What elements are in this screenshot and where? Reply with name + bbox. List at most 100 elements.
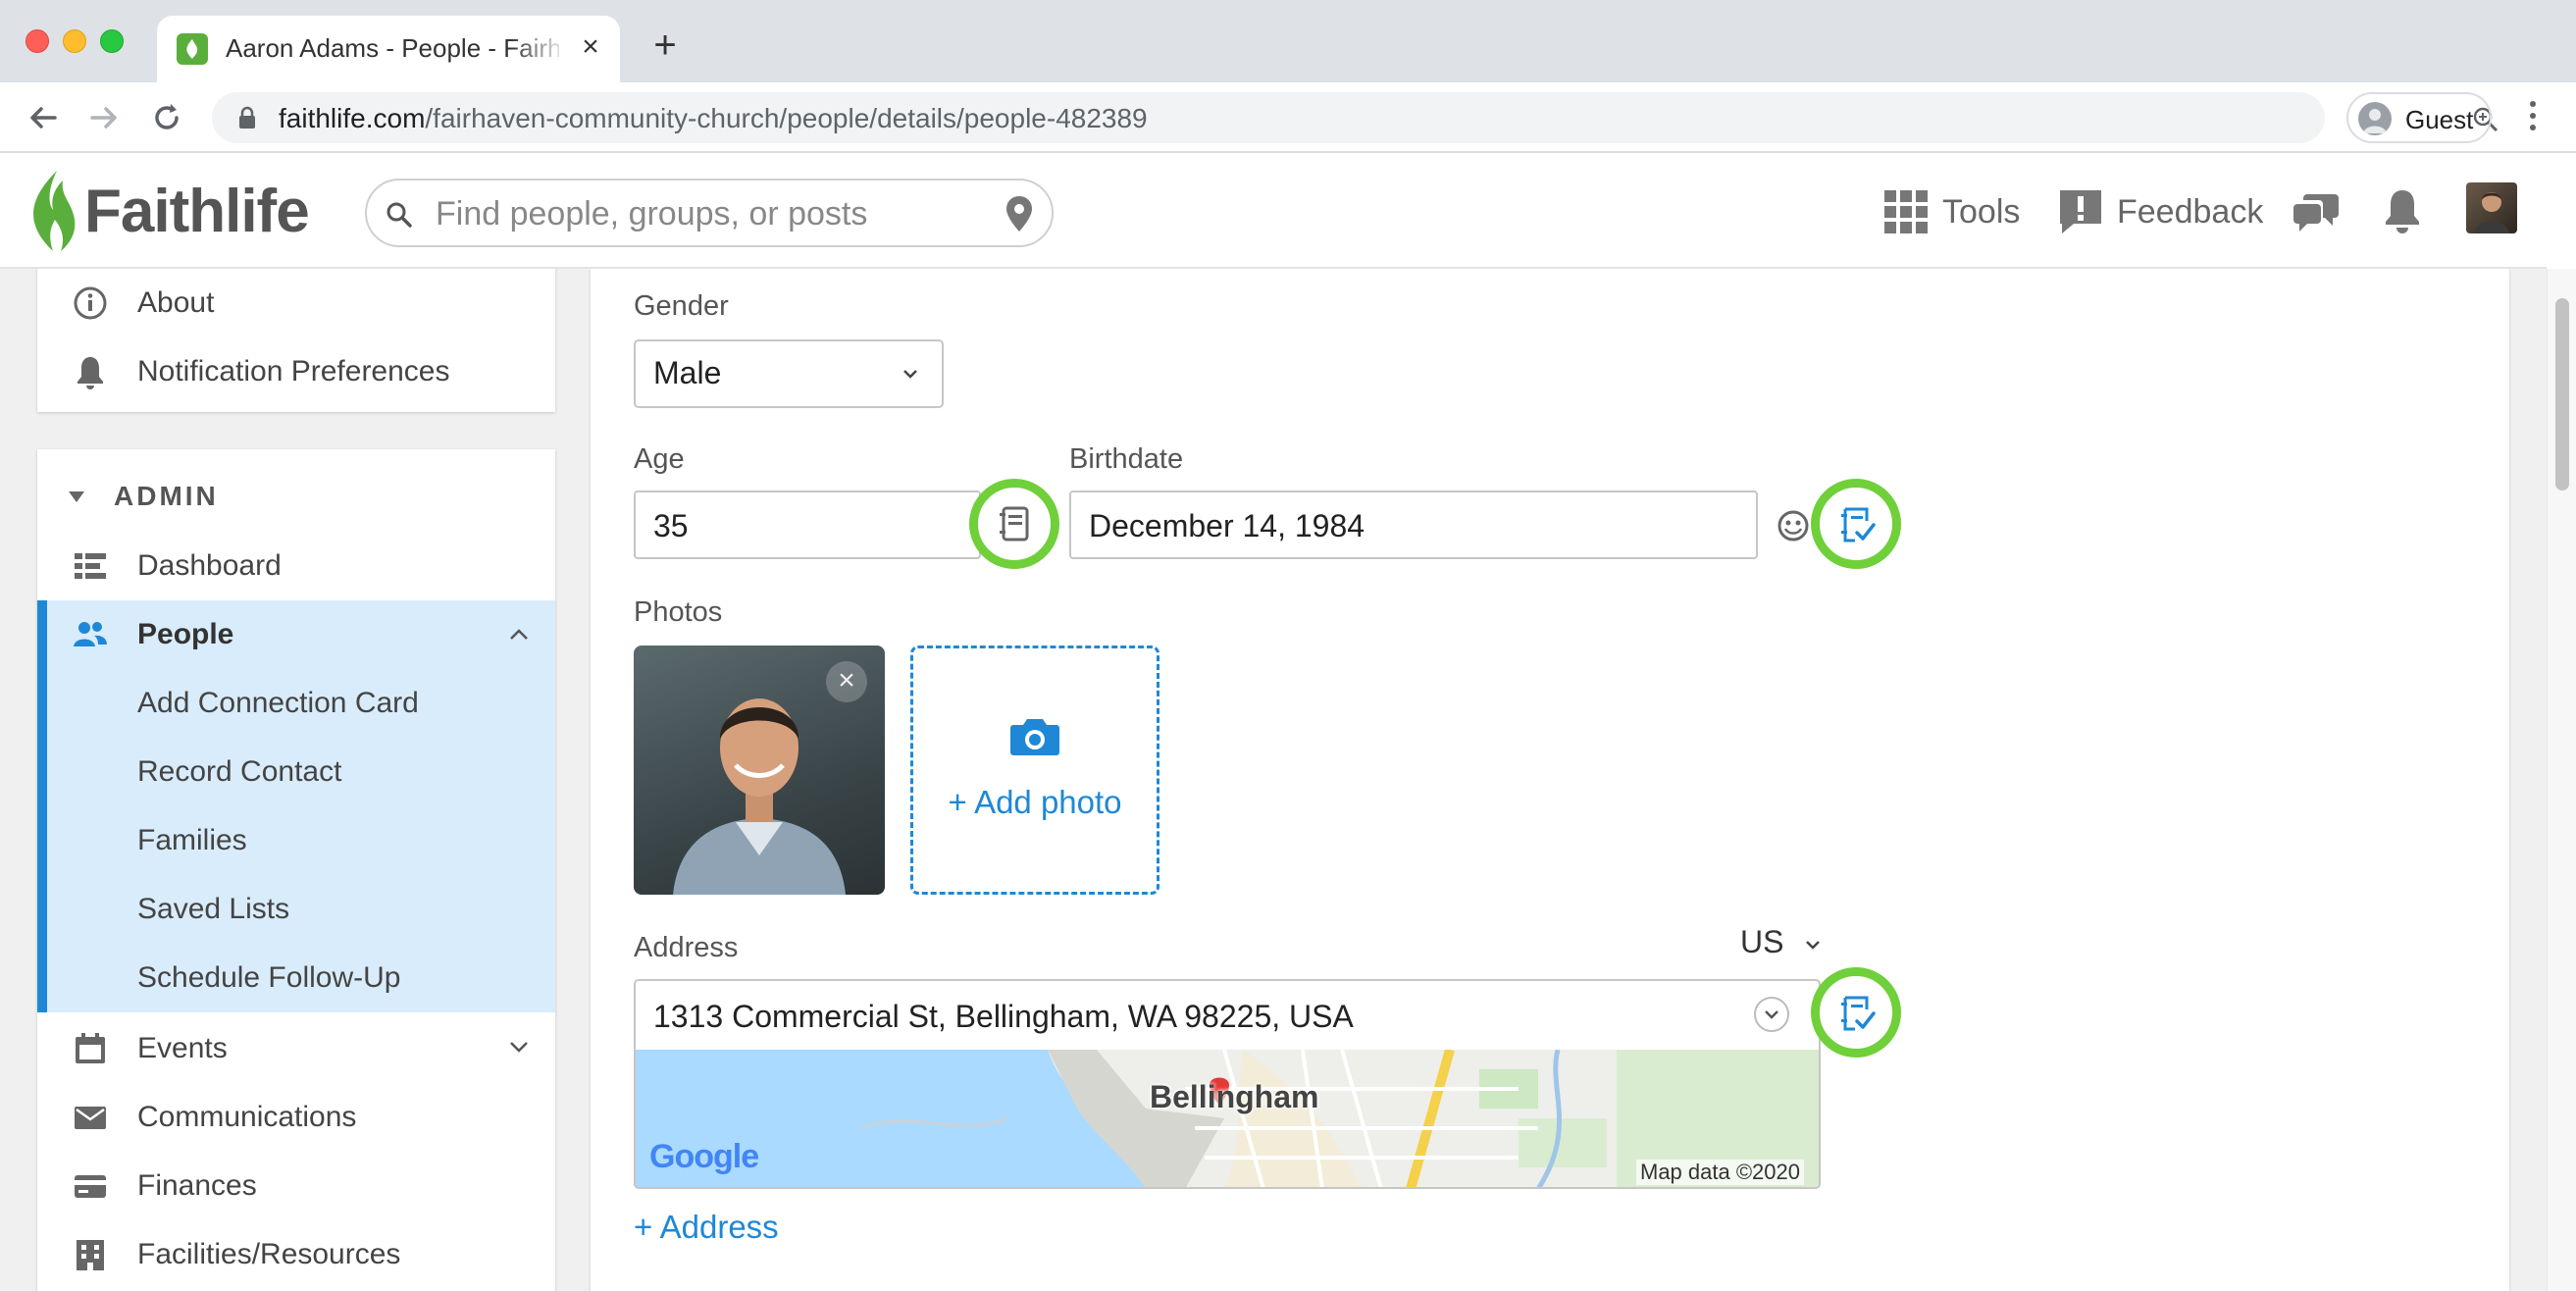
add-address-link[interactable]: + Address	[634, 1209, 779, 1246]
privacy-visibility-icon[interactable]	[1776, 508, 1811, 543]
chevron-up-icon	[510, 629, 528, 640]
window-close-button[interactable]	[26, 29, 49, 53]
url-text: faithlife.com/fairhaven-community-church…	[279, 103, 1148, 134]
profile-label: Guest	[2405, 105, 2474, 134]
sidebar-item-label: Saved Lists	[137, 893, 290, 925]
chevron-down-icon	[1806, 940, 1821, 950]
tab-close-icon[interactable]: ×	[573, 29, 608, 65]
address-bar[interactable]: faithlife.com/fairhaven-community-church…	[212, 92, 2499, 143]
tools-button[interactable]: Tools	[1883, 184, 2020, 239]
caret-down-icon	[69, 491, 84, 502]
feedback-icon	[2060, 190, 2101, 233]
sidebar-item-add-connection-card[interactable]: Add Connection Card	[37, 669, 555, 738]
calendar-icon	[76, 1033, 105, 1063]
sidebar-item-finances[interactable]: Finances	[37, 1152, 555, 1220]
search-icon	[386, 202, 412, 228]
page-scrollbar[interactable]	[2547, 269, 2576, 1291]
tab-title-fade	[510, 26, 569, 73]
country-value: US	[1740, 924, 1784, 959]
sidebar-item-saved-lists[interactable]: Saved Lists	[37, 875, 555, 944]
chevron-down-icon	[510, 1042, 528, 1053]
sidebar-item-label: People	[137, 618, 234, 650]
feedback-label: Feedback	[2117, 192, 2264, 231]
sidebar-item-record-contact[interactable]: Record Contact	[37, 738, 555, 806]
birthdate-input[interactable]: December 14, 1984	[1069, 491, 1758, 559]
search-input[interactable]	[436, 196, 985, 232]
profile-photo[interactable]: ×	[634, 646, 885, 895]
notifications-bell-icon[interactable]	[2384, 188, 2421, 233]
verified-record-icon	[1841, 996, 1876, 1031]
tab-title: Aaron Adams - People - Fairhaven Communi…	[226, 33, 559, 63]
back-arrow-icon[interactable]	[24, 98, 63, 137]
sidebar-item-communications[interactable]: Communications	[37, 1083, 555, 1152]
sidebar-item-families[interactable]: Families	[37, 806, 555, 875]
birthdate-verify-button[interactable]	[1811, 479, 1901, 569]
sidebar-item-label: Dashboard	[137, 549, 282, 582]
map-attribution: Map data ©2020	[1636, 1160, 1804, 1185]
sidebar-item-dashboard[interactable]: Dashboard	[37, 532, 555, 600]
admin-section-toggle[interactable]: ADMIN	[37, 463, 555, 532]
faithlife-favicon-icon	[177, 33, 208, 65]
sidebar-item-label: Schedule Follow-Up	[137, 961, 401, 994]
browser-tab[interactable]: Aaron Adams - People - Fairhaven Communi…	[157, 16, 620, 82]
url-host: faithlife.com	[279, 103, 426, 133]
faithlife-flame-logo-icon[interactable]	[24, 169, 82, 253]
chevron-down-icon	[1765, 1010, 1778, 1019]
bell-icon	[77, 357, 103, 389]
sidebar-item-events[interactable]: Events	[37, 1014, 555, 1083]
account-nav-card: About Notification Preferences	[37, 269, 555, 412]
sidebar-item-facilities-resources[interactable]: Facilities/Resources	[37, 1220, 555, 1289]
add-photo-button[interactable]: + Add photo	[910, 646, 1159, 895]
country-select[interactable]: US	[1740, 924, 1822, 960]
address-value: 1313 Commercial St, Bellingham, WA 98225…	[653, 999, 1354, 1034]
kebab-menu-icon[interactable]	[2521, 96, 2545, 135]
tools-label: Tools	[1942, 192, 2021, 231]
user-avatar[interactable]	[2466, 182, 2517, 233]
dashboard-icon	[75, 553, 106, 579]
map-expand-button[interactable]	[1754, 997, 1789, 1032]
sidebar-item-notification-preferences[interactable]: Notification Preferences	[37, 337, 555, 406]
new-tab-icon[interactable]: +	[645, 26, 685, 67]
gender-label: Gender	[634, 290, 729, 322]
google-logo: Google	[649, 1138, 759, 1175]
birthdate-label: Birthdate	[1069, 443, 1184, 475]
map-city-label: Bellingham	[1150, 1079, 1319, 1114]
age-label: Age	[634, 443, 685, 475]
scrollbar-thumb[interactable]	[2555, 298, 2569, 491]
admin-nav-card: ADMIN Dashboard People Add Connection Ca…	[37, 449, 555, 1291]
sidebar-item-schedule-follow-up[interactable]: Schedule Follow-Up	[37, 944, 555, 1012]
info-icon	[74, 286, 107, 320]
reload-icon[interactable]	[147, 98, 186, 137]
camera-icon	[1010, 719, 1059, 755]
contact-book-icon	[1000, 506, 1029, 542]
browser-toolbar: faithlife.com/fairhaven-community-church…	[0, 82, 2576, 153]
forward-arrow-icon[interactable]	[84, 98, 124, 137]
gender-select[interactable]: Male	[634, 339, 944, 408]
address-map[interactable]: Bellingham Google Map data ©2020	[634, 1050, 1821, 1189]
page-body: About Notification Preferences ADMIN Das…	[0, 269, 2547, 1291]
sidebar-item-label: Communications	[137, 1101, 357, 1133]
grid-icon	[1884, 190, 1928, 233]
profile-button[interactable]: Guest	[2346, 92, 2492, 143]
sidebar-item-label: Families	[137, 824, 247, 856]
messages-icon[interactable]	[2293, 192, 2339, 233]
age-input[interactable]: 35	[634, 491, 981, 559]
window-zoom-button[interactable]	[100, 29, 124, 53]
sidebar-item-label: Notification Preferences	[137, 355, 450, 387]
address-verify-button[interactable]	[1811, 967, 1901, 1058]
address-input[interactable]: 1313 Commercial St, Bellingham, WA 98225…	[634, 979, 1821, 1052]
app-header: Faithlife Tools Feedback	[0, 155, 2547, 269]
brand-name[interactable]: Faithlife	[84, 177, 310, 246]
sidebar-item-about[interactable]: About	[37, 269, 555, 337]
location-pin-icon[interactable]	[1005, 194, 1034, 233]
remove-photo-icon[interactable]: ×	[826, 661, 867, 702]
people-icon	[74, 622, 107, 646]
lock-icon	[239, 106, 255, 129]
global-search[interactable]	[365, 179, 1054, 247]
age-source-button[interactable]	[969, 479, 1059, 569]
window-minimize-button[interactable]	[63, 29, 86, 53]
feedback-button[interactable]: Feedback	[2058, 184, 2263, 239]
sidebar-item-people[interactable]: People	[37, 600, 555, 669]
url-path: /fairhaven-community-church/people/detai…	[425, 103, 1148, 133]
sidebar-item-label: Record Contact	[137, 755, 342, 788]
